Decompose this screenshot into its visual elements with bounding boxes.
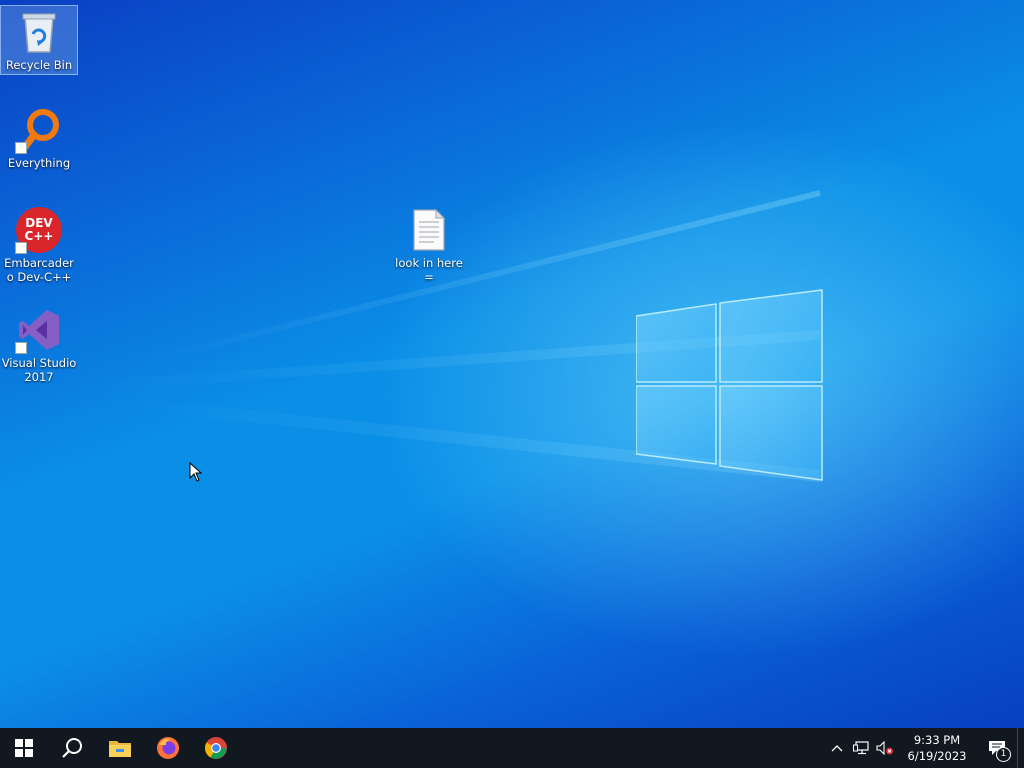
desktop-icon-label: look in here = <box>395 256 463 284</box>
everything-search-icon <box>15 106 63 154</box>
text-file-icon <box>405 206 453 254</box>
desktop-icon-label: Everything <box>7 156 71 170</box>
file-explorer-icon <box>109 741 131 757</box>
desktop-icon-devcpp[interactable]: DEV C++ Embarcadero Dev-C++ <box>1 204 77 284</box>
visual-studio-icon <box>15 306 63 354</box>
volume-muted-icon <box>876 741 893 755</box>
taskbar-file-explorer[interactable] <box>96 728 144 768</box>
desktop-icon-text-file[interactable]: look in here = <box>391 204 467 284</box>
recycle-bin-icon <box>15 8 63 56</box>
taskbar-clock[interactable]: 9:33 PM 6/19/2023 <box>897 732 977 764</box>
volume-button[interactable] <box>873 728 897 768</box>
mouse-cursor-icon <box>189 462 203 482</box>
system-tray: 9:33 PM 6/19/2023 1 <box>825 728 1024 768</box>
shortcut-arrow-icon <box>15 242 27 254</box>
action-center-button[interactable]: 1 <box>977 728 1017 768</box>
windows-logo-wallpaper <box>636 289 823 481</box>
desktop-icon-label: Recycle Bin <box>5 58 73 72</box>
taskbar-chrome[interactable] <box>192 728 240 768</box>
shortcut-arrow-icon <box>15 342 27 354</box>
desktop-icon-label: Embarcadero Dev-C++ <box>4 256 74 284</box>
chevron-up-icon <box>831 745 843 752</box>
desktop-icon-visual-studio[interactable]: Visual Studio 2017 <box>1 304 77 384</box>
desktop[interactable]: Recycle Bin Everything DEV C++ Embarcade… <box>0 0 1024 728</box>
taskbar: 9:33 PM 6/19/2023 1 <box>0 728 1024 768</box>
start-button[interactable] <box>0 728 48 768</box>
show-desktop-button[interactable] <box>1017 728 1024 768</box>
clock-time: 9:33 PM <box>913 733 961 747</box>
search-icon <box>62 738 82 758</box>
search-button[interactable] <box>48 728 96 768</box>
network-button[interactable] <box>849 728 873 768</box>
devcpp-icon: DEV C++ <box>15 206 63 254</box>
notification-count-badge: 1 <box>996 747 1011 762</box>
clock-date: 6/19/2023 <box>907 749 967 763</box>
chrome-icon <box>205 737 227 759</box>
desktop-icon-label: Visual Studio 2017 <box>1 356 77 384</box>
network-icon <box>853 741 869 755</box>
desktop-icon-recycle-bin[interactable]: Recycle Bin <box>0 5 78 75</box>
firefox-icon <box>157 737 179 759</box>
shortcut-arrow-icon <box>15 142 27 154</box>
desktop-icon-everything[interactable]: Everything <box>1 104 77 170</box>
show-hidden-icons-button[interactable] <box>825 728 849 768</box>
taskbar-firefox[interactable] <box>144 728 192 768</box>
windows-start-icon <box>15 739 33 757</box>
